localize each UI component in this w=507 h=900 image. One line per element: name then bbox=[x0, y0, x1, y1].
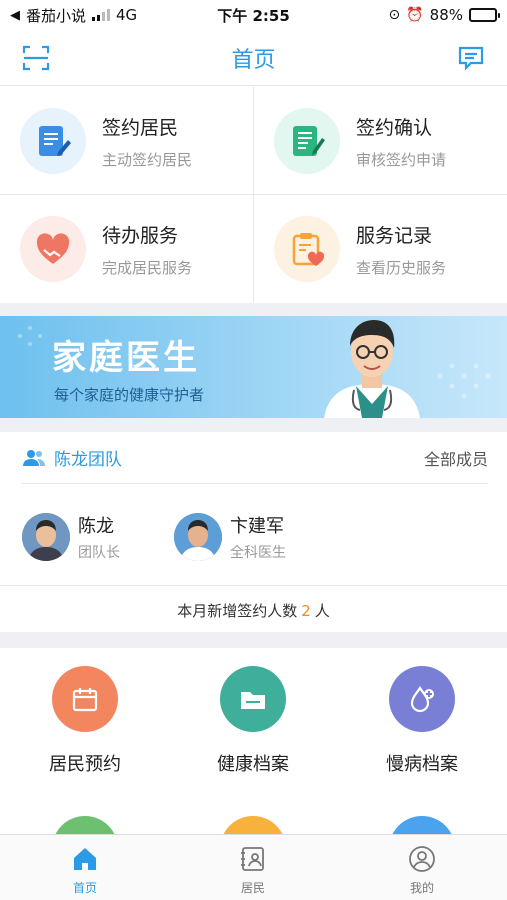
quick-action-title: 签约确认 bbox=[356, 116, 433, 139]
member-role: 全科医生 bbox=[230, 545, 286, 561]
drop-plus-icon bbox=[389, 666, 455, 732]
feature-label: 健康档案 bbox=[217, 754, 289, 775]
team-header: 陈龙团队 全部成员 bbox=[22, 432, 488, 484]
profile-icon bbox=[382, 843, 462, 875]
sign-resident-card[interactable]: 签约居民 主动签约居民 bbox=[0, 87, 253, 195]
doctor-illustration bbox=[324, 320, 420, 418]
quick-action-title: 服务记录 bbox=[356, 224, 433, 247]
all-members-link[interactable]: 全部成员 bbox=[424, 446, 488, 470]
network-label: 4G bbox=[116, 6, 138, 24]
team-member[interactable]: 陈龙 团队长 bbox=[22, 512, 120, 562]
quick-action-subtitle: 完成居民服务 bbox=[102, 258, 193, 277]
tab-home[interactable]: 首页 bbox=[45, 843, 125, 896]
resident-card-icon bbox=[213, 843, 293, 875]
quick-actions-grid: 签约居民 主动签约居民 签约确认 审核签约申请 待办服务 完成居民服务 服务记录… bbox=[0, 87, 507, 303]
member-name: 陈龙 bbox=[78, 516, 114, 537]
more-feature-icon[interactable] bbox=[389, 816, 455, 834]
service-record-card[interactable]: 服务记录 查看历史服务 bbox=[254, 195, 507, 303]
feature-grid: 居民预约 健康档案 慢病档案 bbox=[0, 648, 507, 834]
signal-icon bbox=[92, 9, 111, 21]
quick-action-subtitle: 审核签约申请 bbox=[356, 150, 447, 169]
member-role: 团队长 bbox=[78, 545, 120, 561]
tab-mine[interactable]: 我的 bbox=[382, 843, 462, 896]
team-divider bbox=[0, 585, 507, 586]
more-feature-icon[interactable] bbox=[52, 816, 118, 834]
alarm-icon: ⏰ bbox=[406, 7, 424, 23]
handshake-heart-icon bbox=[20, 216, 86, 282]
avatar bbox=[174, 513, 222, 561]
section-separator bbox=[0, 303, 507, 316]
count-prefix: 本月新增签约人数 bbox=[177, 602, 298, 620]
battery-icon bbox=[469, 8, 500, 22]
back-app-label[interactable]: 番茄小说 bbox=[26, 5, 86, 26]
folder-icon bbox=[220, 666, 286, 732]
team-section: 陈龙团队 全部成员 陈龙 团队长 卞建军 全科医生 本月新增签约人数 2 人 bbox=[0, 432, 507, 632]
section-separator bbox=[0, 632, 507, 648]
chronic-disease-record-button[interactable]: 慢病档案 bbox=[367, 666, 477, 776]
tab-label: 居民 bbox=[240, 881, 265, 895]
pending-service-card[interactable]: 待办服务 完成居民服务 bbox=[0, 195, 253, 303]
tab-bar: 首页 居民 我的 bbox=[0, 834, 507, 900]
more-feature-icon[interactable] bbox=[220, 816, 286, 834]
home-icon bbox=[45, 843, 125, 875]
sign-confirm-card[interactable]: 签约确认 审核签约申请 bbox=[254, 87, 507, 195]
feature-label: 慢病档案 bbox=[386, 754, 458, 775]
quick-action-subtitle: 查看历史服务 bbox=[356, 258, 447, 277]
navbar: 首页 bbox=[0, 30, 507, 86]
family-doctor-banner[interactable]: 家庭医生 每个家庭的健康守护者 bbox=[0, 316, 507, 418]
sign-document-icon bbox=[20, 108, 86, 174]
avatar bbox=[22, 513, 70, 561]
monthly-signup-count: 本月新增签约人数 2 人 bbox=[0, 600, 507, 621]
banner-title: 家庭医生 bbox=[52, 338, 200, 378]
tab-label: 我的 bbox=[409, 881, 434, 895]
count-number: 2 bbox=[301, 602, 311, 620]
team-name: 陈龙团队 bbox=[54, 450, 122, 470]
quick-action-title: 签约居民 bbox=[102, 116, 179, 139]
status-left: ◀ 番茄小说 4G bbox=[10, 5, 137, 26]
message-icon[interactable] bbox=[453, 40, 489, 76]
quick-action-subtitle: 主动签约居民 bbox=[102, 150, 193, 169]
section-separator bbox=[0, 418, 507, 432]
health-record-button[interactable]: 健康档案 bbox=[198, 666, 308, 776]
back-arrow-icon[interactable]: ◀ bbox=[10, 8, 20, 23]
calendar-icon bbox=[52, 666, 118, 732]
banner-subtitle: 每个家庭的健康守护者 bbox=[54, 386, 205, 404]
battery-percent: 88% bbox=[429, 6, 463, 24]
feature-label: 居民预约 bbox=[49, 754, 121, 775]
team-member[interactable]: 卞建军 全科医生 bbox=[174, 512, 286, 562]
tab-residents[interactable]: 居民 bbox=[213, 843, 293, 896]
status-bar: ◀ 番茄小说 4G 下午 2:55 ⊙ ⏰ 88% bbox=[0, 0, 507, 30]
member-name: 卞建军 bbox=[230, 516, 284, 537]
scan-icon[interactable] bbox=[18, 40, 54, 76]
count-suffix: 人 bbox=[314, 602, 330, 620]
team-icon bbox=[23, 449, 45, 466]
rotation-lock-icon: ⊙ bbox=[388, 7, 401, 23]
quick-action-title: 待办服务 bbox=[102, 224, 179, 247]
page-title: 首页 bbox=[231, 47, 276, 73]
confirm-document-icon bbox=[274, 108, 340, 174]
tab-label: 首页 bbox=[72, 881, 97, 895]
status-right: ⊙ ⏰ 88% bbox=[388, 6, 500, 24]
clipboard-heart-icon bbox=[274, 216, 340, 282]
resident-appointment-button[interactable]: 居民预约 bbox=[30, 666, 140, 776]
